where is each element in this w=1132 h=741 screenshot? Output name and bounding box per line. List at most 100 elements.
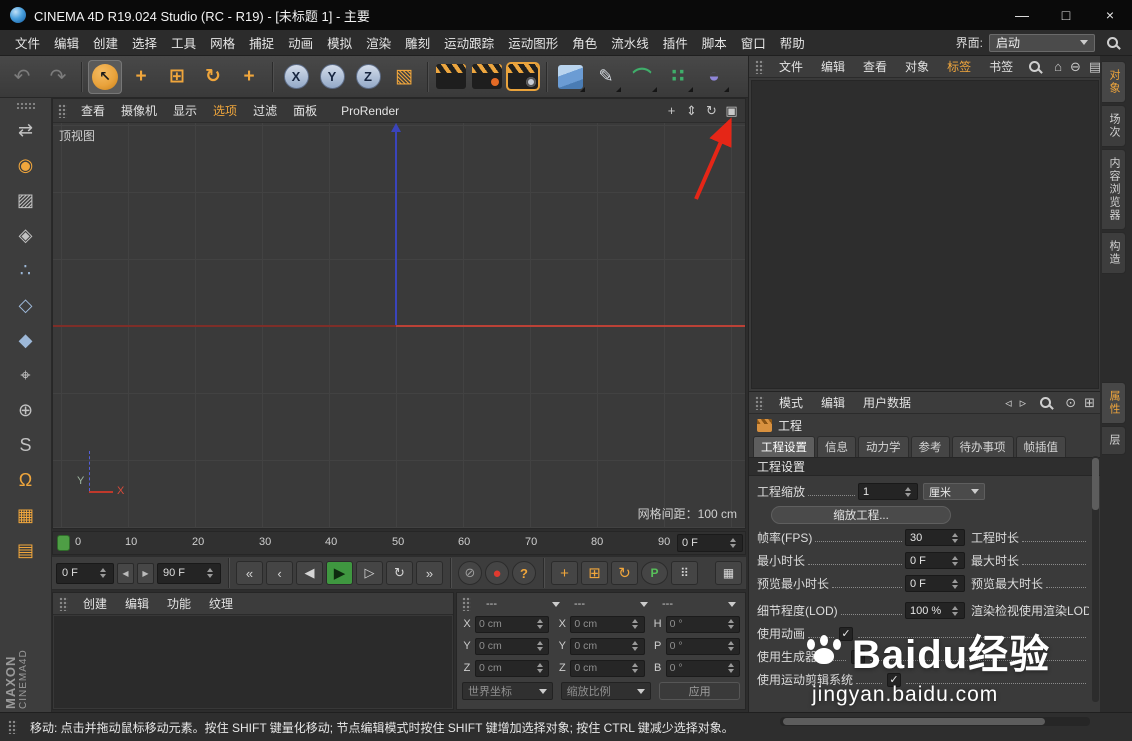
tab-info[interactable]: 信息 [817,436,856,457]
search-icon[interactable] [1029,61,1041,72]
spinner-icon[interactable] [949,603,960,618]
menu-item-character[interactable]: 角色 [565,30,604,55]
workplane-snap-button[interactable]: ▦ [6,499,46,532]
use-motion-clip-checkbox[interactable]: ✓ [887,672,902,687]
redo-button[interactable]: ↷ [41,60,75,94]
points-mode-button[interactable]: ∴ [6,254,46,287]
model-mode-button[interactable]: ◉ [6,149,46,182]
pos-x-field[interactable]: 0 cm [475,615,550,633]
at-menu-userdata[interactable]: 用户数据 [855,392,919,413]
side-tab-attributes[interactable]: 属性 [1102,382,1126,424]
object-axis-mode-button[interactable]: ⊕ [6,394,46,427]
polygons-mode-button[interactable]: ◆ [6,324,46,357]
menu-item-sculpt[interactable]: 雕刻 [398,30,437,55]
preview-min-field[interactable]: 0 F [905,575,965,592]
menu-item-help[interactable]: 帮助 [773,30,812,55]
tab-key-interpolation[interactable]: 帧插值 [1015,436,1066,457]
end-frame-field[interactable]: 90 F [157,562,221,584]
axis-mode-button[interactable]: ⌖ [6,359,46,392]
mograph-array-button[interactable]: ∷ [661,60,695,94]
tab-referencing[interactable]: 参考 [910,436,950,457]
home-icon[interactable]: ⌂ [1054,59,1062,74]
key-points-button[interactable]: ⠿ [671,561,698,585]
panel-handle[interactable] [59,596,68,611]
spinner-icon[interactable] [949,576,960,591]
spinner-icon[interactable] [902,484,913,499]
maximize-button[interactable]: □ [1044,0,1088,30]
size-x-field[interactable]: 0 cm [570,615,645,633]
loop-button[interactable]: ↻ [386,561,413,585]
menu-item-motion-tracker[interactable]: 运动跟踪 [437,30,501,55]
rotation-header-select[interactable]: --- [658,598,740,610]
side-tab-layers[interactable]: 层 [1102,426,1126,455]
attribute-scrollbar[interactable] [1092,456,1099,702]
interface-select[interactable]: 启动 [989,33,1095,52]
pos-y-field[interactable]: 0 cm [475,637,550,655]
spline-pen-button[interactable]: ✎ [589,60,623,94]
vp-menu-display[interactable]: 显示 [166,100,204,121]
side-tab-takes[interactable]: 场次 [1102,105,1126,147]
menu-item-tools[interactable]: 工具 [164,30,203,55]
mat-menu-create[interactable]: 创建 [75,593,115,614]
spinner-icon[interactable] [630,617,641,632]
layout-toggle-button[interactable]: ▦ [715,561,742,585]
nav-forward-icon[interactable]: ▹ [1020,395,1027,411]
close-button[interactable]: × [1088,0,1132,30]
rotate-view-icon[interactable]: ↻ [703,102,720,119]
spinner-icon[interactable] [97,564,108,583]
om-menu-edit[interactable]: 编辑 [813,56,853,77]
panel-handle[interactable] [58,103,67,118]
move-tool[interactable]: + [124,60,158,94]
view-label[interactable]: 顶视图 [59,127,95,144]
mat-menu-edit[interactable]: 编辑 [117,593,157,614]
key-position-button[interactable]: + [551,561,578,585]
object-list-area[interactable] [751,80,1099,389]
panel-handle[interactable] [8,720,17,734]
spinner-icon[interactable] [725,661,736,676]
om-menu-objects[interactable]: 对象 [897,56,937,77]
at-menu-edit[interactable]: 编辑 [813,392,853,413]
goto-end-button[interactable]: » [416,561,443,585]
play-button[interactable]: ▶ [326,561,353,585]
panel-handle[interactable] [15,102,36,109]
vp-menu-filter[interactable]: 过滤 [246,100,284,121]
min-time-field[interactable]: 0 F [905,552,965,569]
undo-button[interactable]: ↶ [5,60,39,94]
scale-unit-select[interactable]: 厘米 [923,483,985,500]
render-view-button[interactable] [436,64,466,89]
scale-tool[interactable]: ⊞ [160,60,194,94]
timeline-ruler[interactable]: 0 10 20 30 40 50 60 70 80 90 0 F [52,531,746,555]
search-icon[interactable] [1040,397,1052,408]
lock-x-axis-button[interactable]: X [279,60,313,94]
tab-project-settings[interactable]: 工程设置 [753,436,815,457]
frame-decrement-button[interactable]: ◀ [117,562,134,584]
texture-mode-button[interactable]: ▨ [6,184,46,217]
om-menu-bookmarks[interactable]: 书签 [981,56,1021,77]
lod-field[interactable]: 100 % [905,602,965,619]
side-tab-structure[interactable]: 构造 [1102,232,1126,274]
vp-menu-panel[interactable]: 面板 [286,100,324,121]
rot-h-field[interactable]: 0 ° [665,615,740,633]
mat-menu-texture[interactable]: 纹理 [201,593,241,614]
menu-item-render[interactable]: 渲染 [359,30,398,55]
tab-todo[interactable]: 待办事项 [951,436,1014,457]
size-z-field[interactable]: 0 cm [570,659,645,677]
vp-menu-camera[interactable]: 摄像机 [114,100,164,121]
spinner-icon[interactable] [630,639,641,654]
last-used-tool[interactable]: + [232,60,266,94]
spinner-icon[interactable] [727,535,738,551]
tab-dynamics[interactable]: 动力学 [858,436,909,457]
spinner-icon[interactable] [204,564,215,583]
vp-menu-view[interactable]: 查看 [74,100,112,121]
fps-field[interactable]: 30 [905,529,965,546]
key-scale-button[interactable]: ⊞ [581,561,608,585]
side-tab-content-browser[interactable]: 内容浏览器 [1102,149,1126,230]
use-generators-checkbox[interactable]: ✓ [851,649,866,664]
menu-item-mograph[interactable]: 运动图形 [501,30,565,55]
menu-item-script[interactable]: 脚本 [695,30,734,55]
spinner-icon[interactable] [949,530,960,545]
at-menu-mode[interactable]: 模式 [771,392,811,413]
menu-item-mesh[interactable]: 网格 [203,30,242,55]
key-parameter-button[interactable]: P [641,561,668,585]
size-header-select[interactable]: --- [570,598,652,610]
